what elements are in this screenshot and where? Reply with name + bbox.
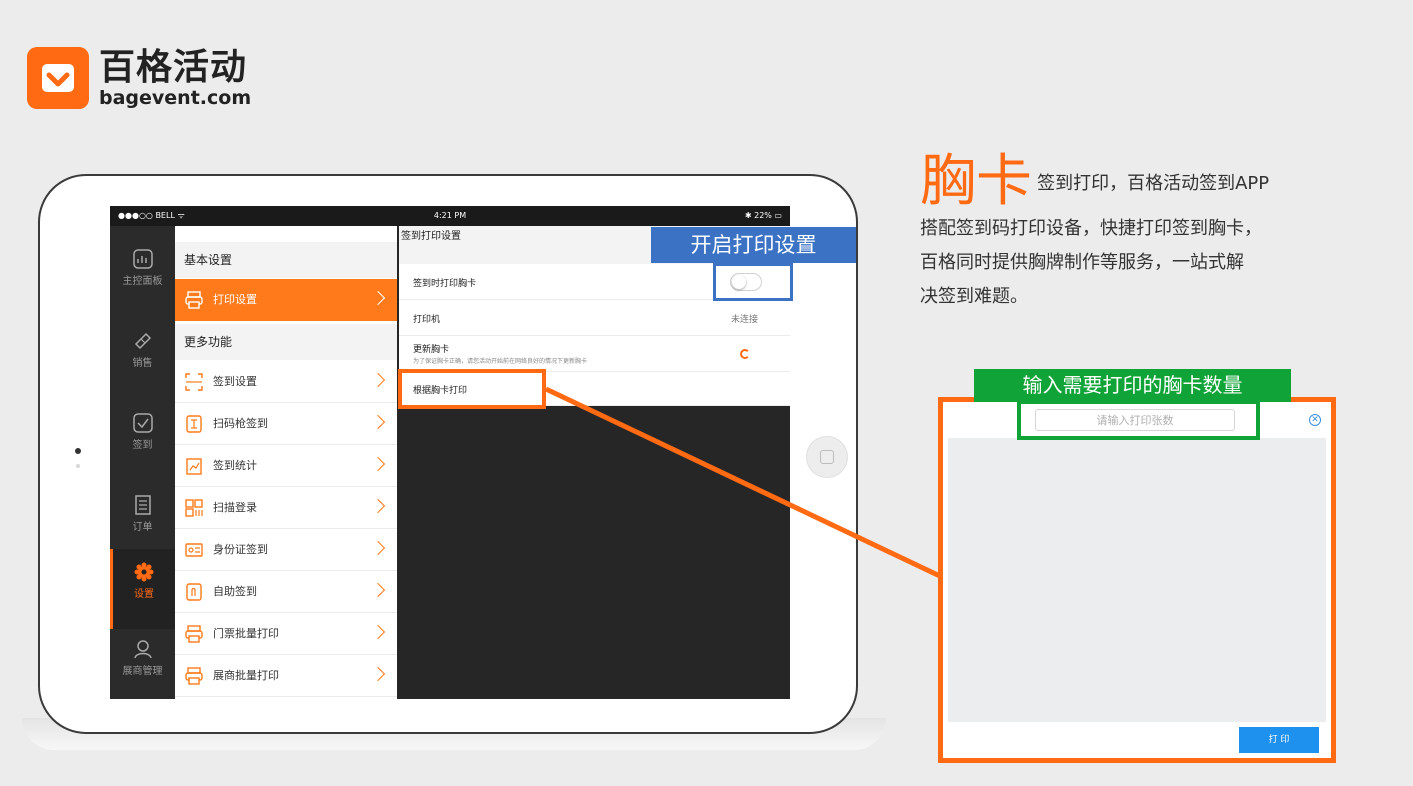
headline-title: 胸卡 — [920, 149, 1032, 214]
print-button[interactable]: 打 印 — [1239, 727, 1319, 753]
headline-line: 决签到难题。 — [920, 286, 1028, 307]
dialog-footer: 打 印 — [943, 722, 1331, 758]
close-icon[interactable]: ✕ — [1309, 414, 1321, 426]
callout-input-count: 输入需要打印的胸卡数量 — [974, 369, 1291, 402]
feature-description: 胸卡 签到打印，百格活动签到APP 搭配签到码打印设备，快捷打印签到胸卡， 百格… — [920, 150, 1390, 316]
highlight-input-box — [1017, 400, 1260, 440]
dialog-body — [948, 438, 1326, 722]
headline-line: 搭配签到码打印设备，快捷打印签到胸卡， — [920, 218, 1262, 239]
print-count-dialog: 请输入打印张数 ✕ 打 印 — [938, 397, 1336, 763]
headline-line: 百格同时提供胸牌制作等服务，一站式解 — [920, 252, 1244, 273]
headline-intro: 签到打印，百格活动签到APP — [1037, 173, 1270, 194]
